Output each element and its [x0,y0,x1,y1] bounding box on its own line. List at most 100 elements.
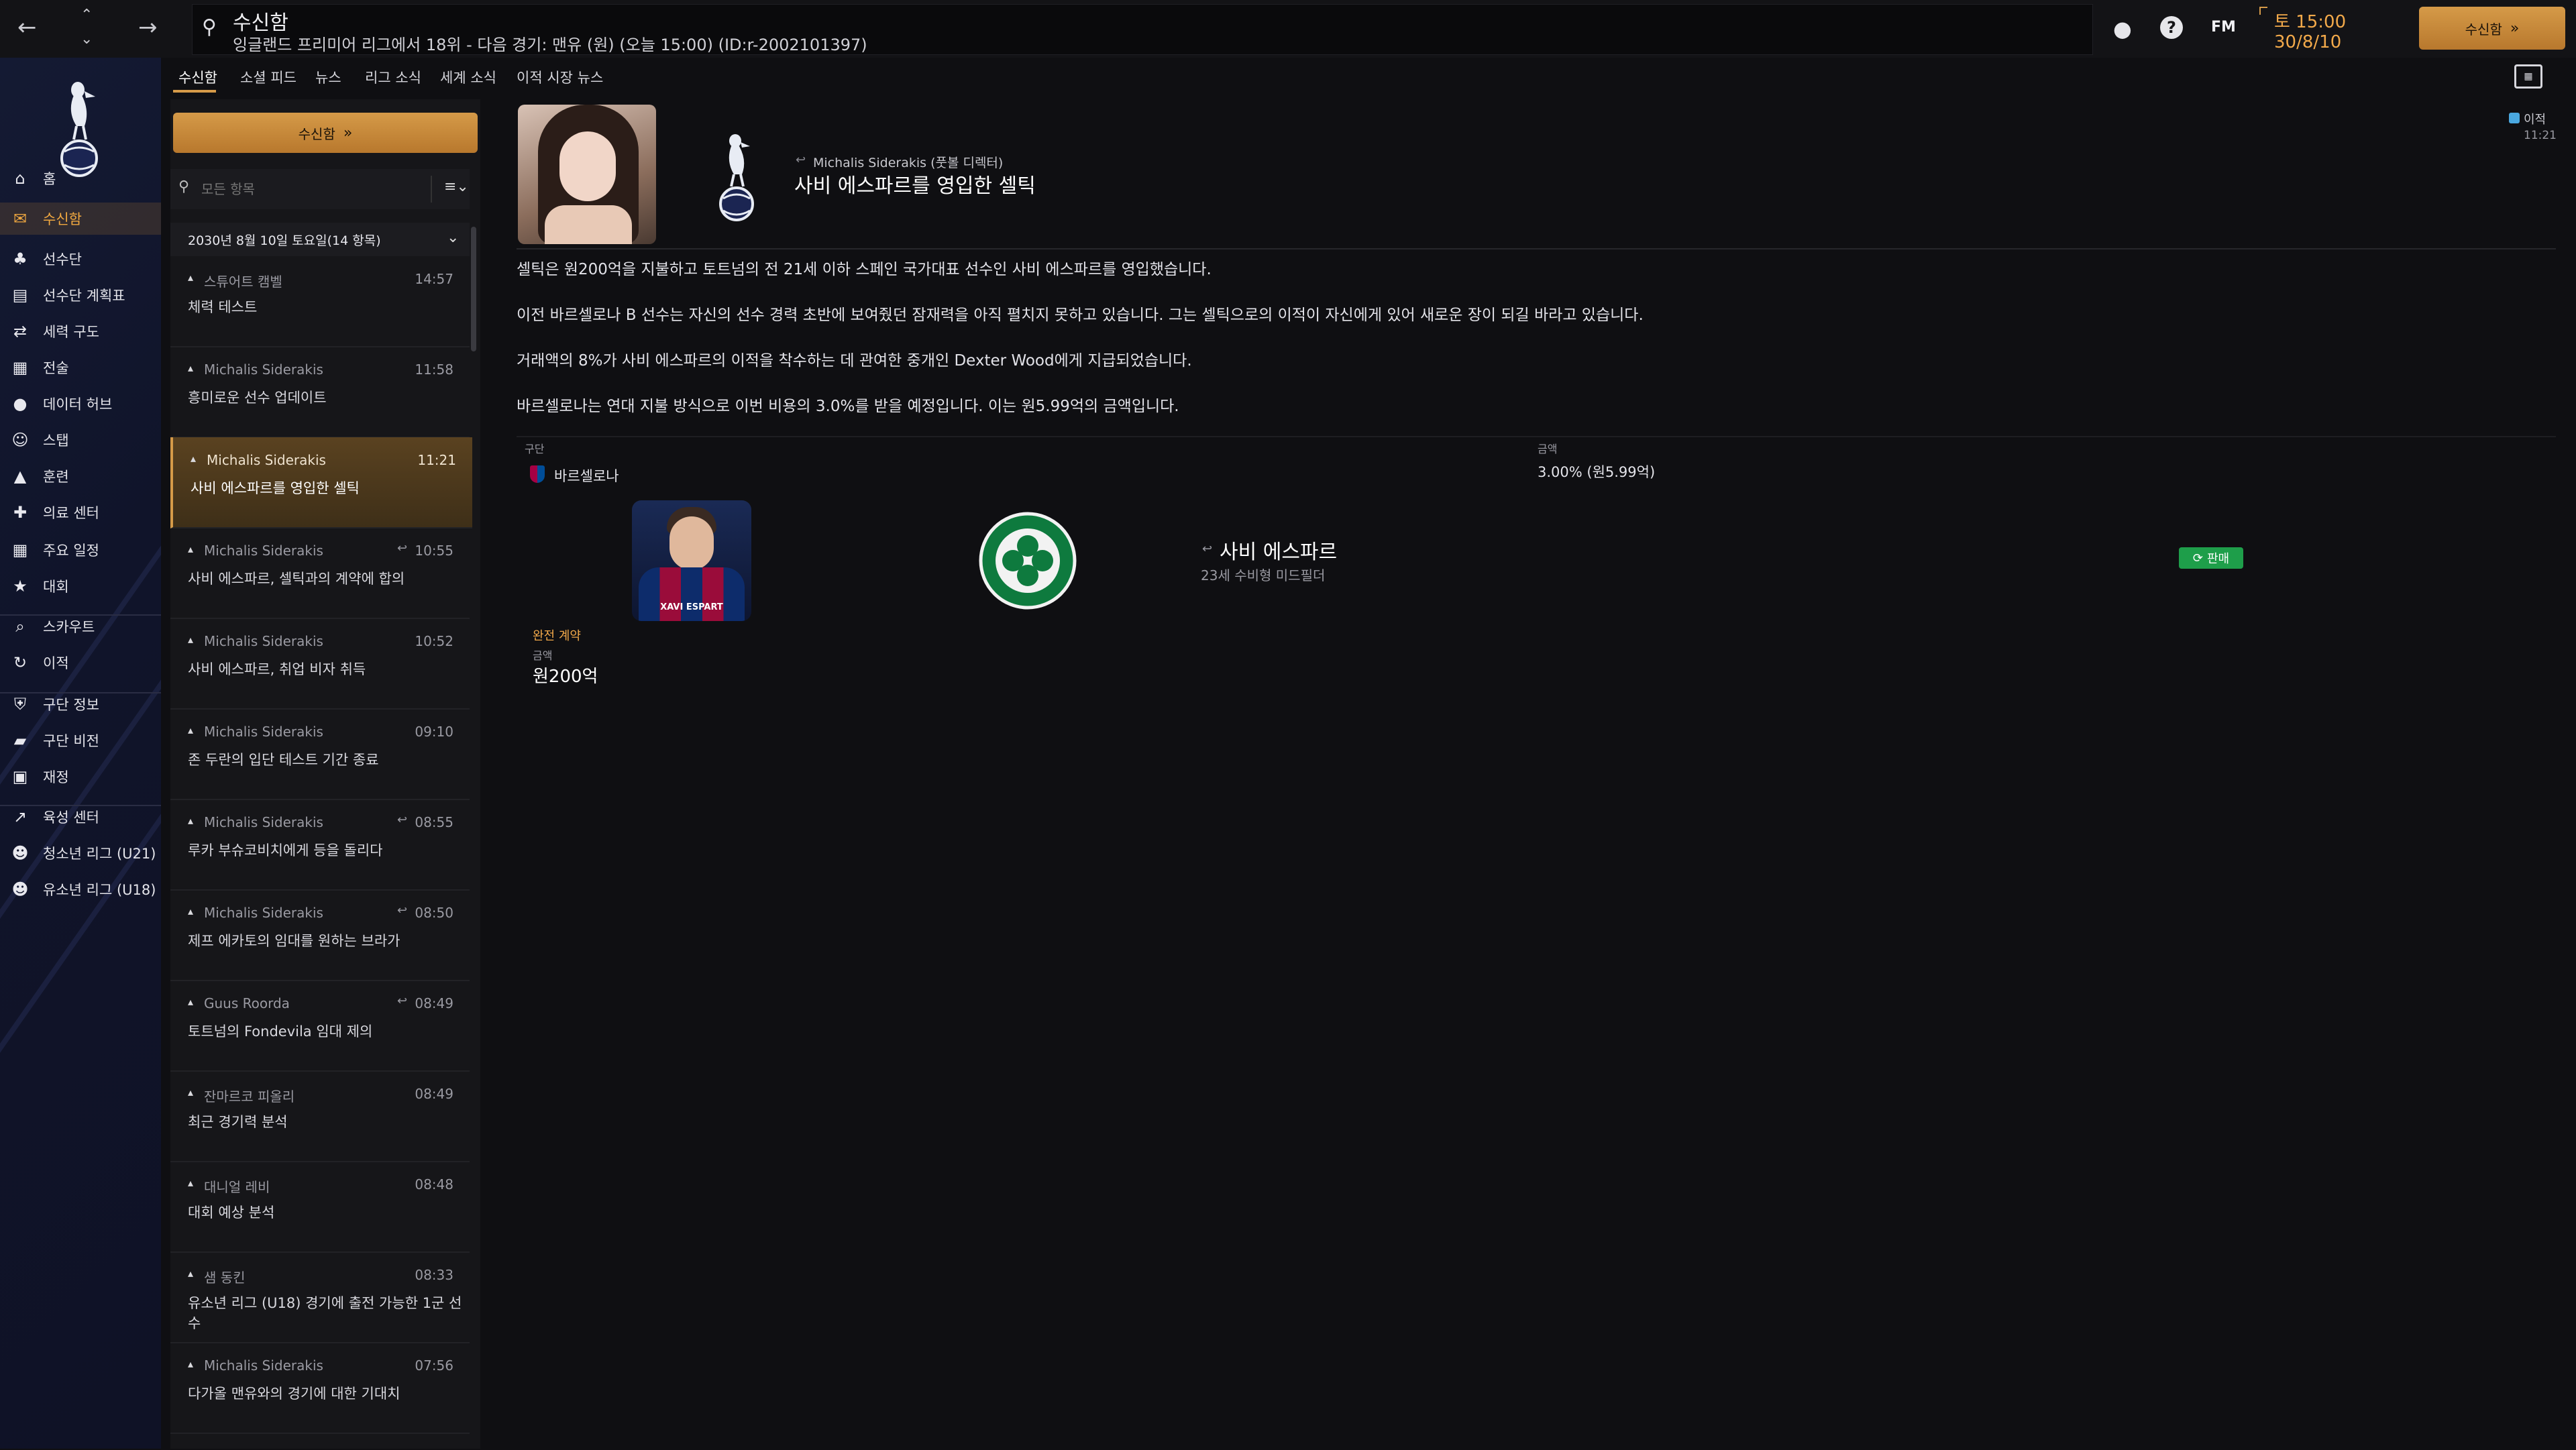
shield-icon: ⛨ [14,695,26,714]
date-display[interactable]: 토 15:00 30/8/10 [2259,4,2394,54]
data-icon: ● [13,394,28,413]
message-sender: Michalis Siderakis [207,452,326,468]
person-icon: ▴ [191,452,197,465]
list-item[interactable]: ▴ Guus Roorda ↩ 08:49 토트넘의 Fondevila 임대 제의 [170,981,470,1072]
search-bar[interactable]: ⚲ 수신함 잉글랜드 프리미어 리그에서 18위 - 다음 경기: 맨유 (원)… [192,4,2093,55]
page-subtitle: 잉글랜드 프리미어 리그에서 18위 - 다음 경기: 맨유 (원) (오늘 1… [233,36,867,54]
filter-bar: ⚲ ≡⌄ [170,169,470,209]
message-sender: Michalis Siderakis [204,543,323,559]
forward-icon[interactable]: → [138,16,158,39]
inbox-action-button[interactable]: 수신함 » [173,113,478,153]
tab-news[interactable]: 뉴스 [315,67,341,87]
person-icon: ▴ [188,271,194,284]
double-chevron-right-icon: » [2510,19,2520,37]
list-item[interactable]: ▴ Michalis Siderakis 09:10 존 두란의 입단 테스트 기간 … [170,709,470,800]
person-icon: ▴ [188,724,194,736]
celtic-crest-icon[interactable] [978,511,1077,610]
fee-type: 완전 계약 [533,629,581,643]
table-club[interactable]: 바르셀로나 [554,465,619,486]
filter-input[interactable] [200,177,424,201]
message-sender: Michalis Siderakis [204,905,323,921]
player-face [669,516,714,570]
player-name[interactable]: 사비 에스파르 [1220,535,1337,565]
date-group-header[interactable]: 2030년 8월 10일 토요일(14 항목) ⌄ [170,223,470,256]
message-sender: 스튜어트 캠벨 [204,274,282,290]
message-author[interactable]: Michalis Siderakis (풋볼 디렉터) [813,153,1003,171]
message-sender: Michalis Siderakis [204,633,323,649]
sidebar-item-15[interactable]: ▰ 구단 비전 [0,724,161,757]
sidebar-item-3[interactable]: ▤ 선수단 계획표 [0,279,161,311]
sort-menu-icon[interactable]: ≡⌄ [444,178,469,195]
sidebar-item-label: 전술 [43,360,69,376]
list-item[interactable]: ▴ 잔마르코 피올리 08:49 최근 경기력 분석 [170,1071,470,1162]
sidebar-item-2[interactable]: ♣ 선수단 [0,243,161,275]
sidebar-item-9[interactable]: ✚ 의료 센터 [0,496,161,528]
divider [517,248,2556,249]
tab-world-news[interactable]: 세계 소식 [440,67,496,87]
sidebar-item-16[interactable]: ▣ 재정 [0,761,161,793]
tactics-icon: ▦ [12,358,28,377]
sidebar-item-label: 이적 [43,655,69,671]
chevron-up-icon[interactable]: ⌃ [80,7,93,23]
reply-icon: ↩ [796,153,806,167]
youth-icon: ☻ [11,844,29,862]
list-item[interactable]: ▴ Michalis Siderakis ↩ 08:50 제프 에카토의 임대를 원하는… [170,890,470,981]
trophy-icon: ★ [13,577,28,596]
message-time: 09:10 [415,724,453,740]
fm-menu-button[interactable]: FM [2211,19,2236,36]
back-icon[interactable]: ← [17,16,37,39]
tab-inbox[interactable]: 수신함 [178,67,217,87]
list-item[interactable]: ▴ 스튜어트 캠벨 14:57 체력 테스트 [170,256,470,347]
sidebar-item-1[interactable]: ✉ 수신함 [0,203,161,235]
list-item[interactable]: ▴ Michalis Siderakis 07:56 다가올 맨유와의 경기에 대한 … [170,1343,470,1434]
continue-button[interactable]: 수신함 » [2419,7,2565,50]
table-header-amount: 금액 [1538,443,1558,455]
transfer-tag-icon [2509,113,2520,123]
advisor-icon[interactable]: ● [2113,16,2132,42]
sidebar-item-19[interactable]: ☻ 유소년 리그 (U18) [0,873,161,905]
sidebar-item-label: 세력 구도 [43,324,99,340]
list-item[interactable]: ▴ Michalis Siderakis 11:58 흥미로운 선수 업데이트 [170,347,470,438]
sidebar-item-label: 구단 비전 [43,733,99,749]
tab-league-news[interactable]: 리그 소식 [365,67,421,87]
sidebar-item-6[interactable]: ● 데이터 허브 [0,388,161,420]
help-icon[interactable]: ? [2160,16,2183,39]
message-time: 08:50 [415,905,453,921]
player-shirt [639,567,745,621]
list-item[interactable]: ▴ Michalis Siderakis ↩ 08:55 루카 부슈코비치에게 등을 돌… [170,799,470,891]
screenshot-icon[interactable]: ▦ [2514,64,2542,89]
sidebar-item-5[interactable]: ▦ 전술 [0,351,161,384]
sidebar-item-11[interactable]: ★ 대회 [0,570,161,602]
sidebar-item-13[interactable]: ↻ 이적 [0,647,161,679]
tab-transfer-news[interactable]: 이적 시장 뉴스 [517,67,603,87]
sidebar-item-7[interactable]: ☺ 스탭 [0,424,161,456]
sidebar-item-4[interactable]: ⇄ 세력 구도 [0,315,161,347]
table-header-club: 구단 [525,443,545,455]
double-chevron-right-icon: » [343,124,353,142]
list-item[interactable]: ▴ 대니얼 레비 08:48 대회 예상 분석 [170,1162,470,1253]
message-time: 11:21 [2524,129,2557,142]
list-item[interactable]: ▴ Michalis Siderakis 11:21 사비 에스파르를 영입한 셀틱 [170,437,472,528]
list-item[interactable]: ▴ Michalis Siderakis 10:52 사비 에스파르, 취업 비자 취… [170,618,470,710]
sidebar-divider [0,692,161,693]
finance-icon: ▣ [12,767,28,786]
list-item[interactable]: ▴ 샘 동킨 08:33 유소년 리그 (U18) 경기에 출전 가능한 1군 선수 [170,1252,470,1343]
dynamics-icon: ⇄ [13,322,28,341]
body-paragraph: 이전 바르셀로나 B 선수는 자신의 선수 경력 초반에 보여줬던 잠재력을 아… [517,306,1644,324]
sidebar-item-0[interactable]: ⌂ 홈 [0,162,161,194]
sidebar-item-10[interactable]: ▦ 주요 일정 [0,534,161,566]
vision-icon: ▰ [13,731,27,750]
sidebar-item-8[interactable]: ▲ 훈련 [0,460,161,492]
reply-icon: ↩ [397,994,408,1008]
player-photo[interactable]: XAVI ESPART [632,500,751,621]
sidebar-item-18[interactable]: ☻ 청소년 리그 (U21) [0,837,161,869]
sidebar-item-label: 의료 센터 [43,505,99,521]
chevron-down-icon[interactable]: ⌄ [80,31,93,48]
status-badge[interactable]: ⟳ 판매 [2179,547,2243,569]
club-crest-icon[interactable] [711,121,765,228]
sidebar-item-label: 청소년 리그 (U21) [43,846,156,862]
tab-social-feed[interactable]: 소셜 피드 [240,67,297,87]
list-item[interactable]: ▴ Michalis Siderakis ↩ 10:55 사비 에스파르, 셀틱과의 계… [170,528,470,619]
scrollbar[interactable] [471,227,476,351]
author-avatar[interactable] [518,105,656,244]
